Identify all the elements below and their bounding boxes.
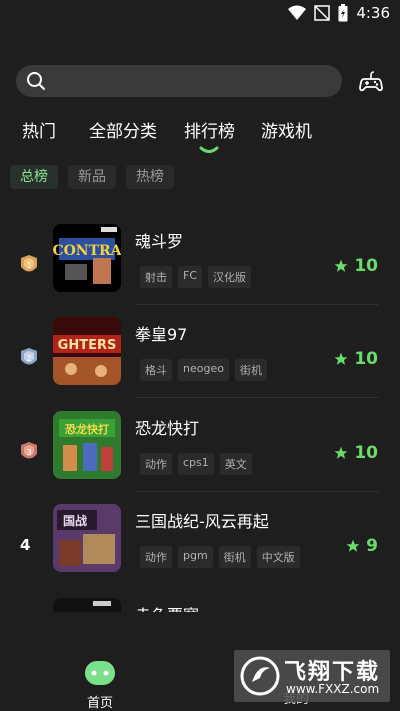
wifi-icon (288, 5, 307, 20)
svg-text:恐龙快打: 恐龙快打 (65, 422, 109, 436)
search-icon (26, 71, 46, 95)
game-tag: 中文版 (256, 546, 300, 568)
game-cover-sanguo-zhanji: 国战 (53, 504, 121, 572)
game-cover-jackal (53, 598, 121, 612)
watermark: 飞翔下载 www.FXXZ.com (234, 650, 390, 702)
no-signal-icon (314, 5, 331, 21)
game-score: 10 (334, 349, 378, 369)
score-value: 10 (354, 443, 378, 463)
game-cover-contra: CONTRA (53, 224, 121, 292)
game-tag: 动作 (140, 546, 172, 568)
star-icon (346, 539, 360, 552)
game-name: 拳皇97 (135, 325, 188, 344)
game-cover-kof97: GHTERS (53, 317, 121, 385)
game-tag: 英文 (219, 453, 252, 475)
game-tag: 格斗 (140, 359, 172, 381)
svg-text:1: 1 (27, 261, 32, 270)
svg-text:国战: 国战 (63, 513, 87, 528)
gamepad-icon[interactable] (358, 69, 384, 97)
game-cover-dino-crisis: 恐龙快打 (53, 411, 121, 479)
game-tag: 动作 (140, 453, 172, 475)
status-time: 4:36 (356, 4, 390, 22)
status-icons: 4:36 (288, 4, 390, 22)
search-input[interactable] (16, 65, 342, 97)
svg-text:CONTRA: CONTRA (53, 243, 121, 259)
home-icon (85, 661, 115, 685)
game-tag: 射击 (140, 266, 172, 288)
game-tag: FC (178, 266, 203, 288)
game-tags: 射击 FC 汉化版 (140, 266, 252, 288)
list-item[interactable]: 赤色要塞 (0, 598, 400, 612)
star-icon (334, 352, 348, 365)
search-row (16, 65, 384, 97)
status-bar: 4:36 (0, 0, 400, 28)
tab-hot[interactable]: 热门 (22, 117, 56, 142)
game-name: 魂斗罗 (135, 232, 184, 251)
rank-badge-bronze-icon: 3 (21, 442, 37, 459)
svg-text:GHTERS: GHTERS (58, 338, 117, 353)
ranking-subtabs: 总榜 新品 热榜 (10, 165, 174, 191)
divider (135, 397, 378, 398)
list-item[interactable]: 1 CONTRA 魂斗罗 射击 FC 汉化版 10 (0, 224, 400, 317)
rank-badge-silver-icon: 2 (21, 348, 37, 365)
tab-all-categories[interactable]: 全部分类 (89, 117, 157, 142)
svg-text:2: 2 (27, 354, 32, 363)
game-name: 三国战纪-风云再起 (135, 512, 269, 531)
nav-home[interactable]: 首页 (80, 660, 120, 711)
battery-icon (338, 4, 348, 22)
star-icon (334, 446, 348, 459)
game-score: 10 (334, 256, 378, 276)
game-tag: 汉化版 (208, 266, 252, 288)
subtab-new[interactable]: 新品 (68, 165, 116, 189)
rank-number: 4 (20, 536, 31, 554)
list-item[interactable]: 4 国战 三国战纪-风云再起 动作 pgm 街机 中文版 9 (0, 504, 400, 597)
game-score: 10 (334, 443, 378, 463)
star-icon (334, 259, 348, 272)
active-tab-indicator (199, 146, 219, 153)
score-value: 9 (366, 536, 378, 556)
divider (135, 491, 378, 492)
score-value: 10 (354, 349, 378, 369)
divider (135, 304, 378, 305)
tab-consoles[interactable]: 游戏机 (261, 117, 312, 142)
game-tag: neogeo (178, 359, 229, 381)
watermark-url: www.FXXZ.com (286, 682, 380, 696)
category-tabs: 热门 全部分类 排行榜 游戏机 (0, 117, 400, 147)
nav-home-label: 首页 (86, 696, 113, 711)
game-tags: 动作 cps1 英文 (140, 453, 252, 475)
rank-badge-gold-icon: 1 (21, 255, 37, 272)
game-score: 9 (346, 536, 378, 556)
subtab-overall[interactable]: 总榜 (10, 165, 58, 189)
game-tag: 街机 (234, 359, 267, 381)
score-value: 10 (354, 256, 378, 276)
list-item[interactable]: 2 GHTERS 拳皇97 格斗 neogeo 街机 10 (0, 317, 400, 410)
game-name: 赤色要塞 (135, 602, 199, 612)
watermark-logo-icon (240, 656, 280, 696)
subtab-hot[interactable]: 热榜 (126, 165, 174, 189)
game-tag: cps1 (178, 453, 214, 475)
svg-text:3: 3 (27, 448, 32, 457)
game-tags: 动作 pgm 街机 中文版 (140, 546, 300, 568)
list-item[interactable]: 3 恐龙快打 恐龙快打 动作 cps1 英文 10 (0, 411, 400, 504)
tab-rankings[interactable]: 排行榜 (184, 117, 235, 142)
game-tag: pgm (178, 546, 213, 568)
game-tags: 格斗 neogeo 街机 (140, 359, 267, 381)
game-ranking-list: 1 CONTRA 魂斗罗 射击 FC 汉化版 10 2 GHTERS 拳皇97 … (0, 222, 400, 612)
game-name: 恐龙快打 (135, 419, 200, 438)
game-tag: 街机 (218, 546, 251, 568)
